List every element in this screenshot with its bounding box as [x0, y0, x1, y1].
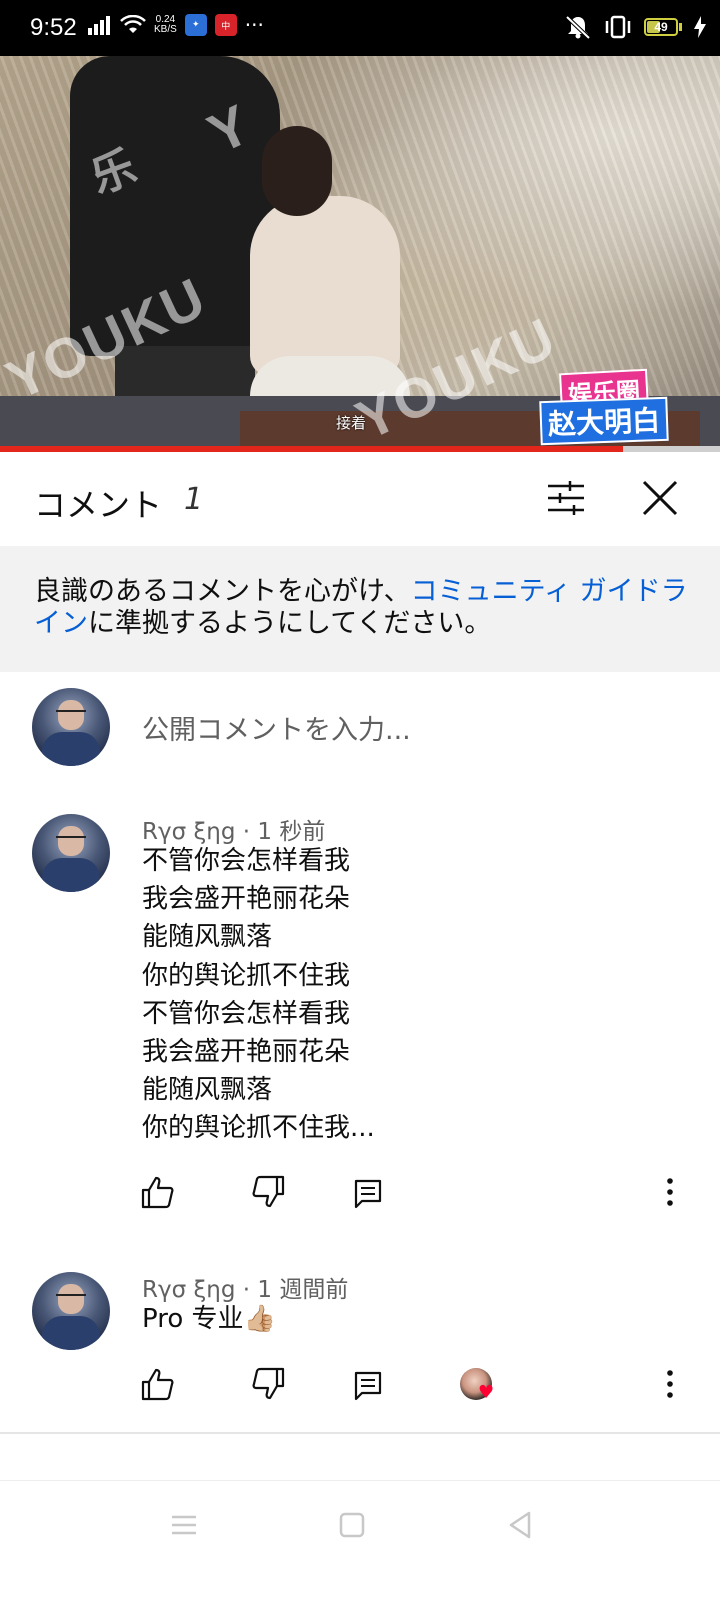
comments-title: コメント: [34, 486, 163, 524]
creator-heart: ♥: [458, 1366, 498, 1406]
close-icon[interactable]: [640, 478, 680, 518]
status-more-icon: ···: [244, 13, 264, 37]
news-app-icon: 中: [214, 14, 237, 36]
heart-icon: ♥: [478, 1382, 495, 1403]
home-icon[interactable]: [332, 1505, 372, 1545]
battery-icon: 49: [644, 18, 682, 36]
guideline-notice: 良識のあるコメントを心がけ、コミュニティ ガイドラインに準拠するようにしてくださ…: [0, 546, 720, 672]
menu-icon[interactable]: [164, 1505, 204, 1545]
avatar[interactable]: [32, 814, 110, 892]
avatar: [32, 688, 110, 766]
video-player[interactable]: 乐 YOUKU YOUKU Y 接着 娱乐圈 赵大明白: [0, 56, 720, 452]
thumb-down-icon[interactable]: [250, 1174, 286, 1210]
comments-count: 1: [184, 482, 204, 517]
notification-app-icon: ✦: [184, 14, 207, 36]
system-nav-bar: [0, 1480, 720, 1601]
status-right-icons: 49: [564, 14, 706, 40]
comment-input-row: 公開コメントを入力...: [0, 672, 720, 784]
thumb-up-icon[interactable]: [140, 1174, 176, 1210]
video-person-head: [262, 126, 332, 216]
network-speed-unit: KB/S: [154, 24, 177, 35]
comment-body[interactable]: Pro 专业👍🏼: [142, 1300, 276, 1338]
channel-logo: 娱乐圈 赵大明白: [539, 368, 674, 446]
comment-meta: Rγσ ξηg · 1 秒前: [142, 819, 326, 845]
mute-bell-icon: [565, 15, 591, 40]
signal-icon: [88, 16, 110, 35]
comment-item: Rγσ ξηg · 1 週間前 Pro 专业👍🏼 ♥: [0, 1240, 720, 1434]
back-icon[interactable]: [500, 1505, 540, 1545]
network-speed: 0.24 KB/S: [154, 15, 177, 35]
comment-body[interactable]: 不管你会怎样看我 我会盛开艳丽花朵 能随风飘落 你的舆论抓不住我 不管你会怎样看…: [142, 842, 375, 1148]
comments-header: コメント 1: [0, 452, 720, 546]
thumb-down-icon[interactable]: [250, 1366, 286, 1402]
status-bar: 9:52 0.24 KB/S ✦ 中 ··· 49: [0, 0, 720, 56]
comment-input[interactable]: 公開コメントを入力...: [142, 708, 411, 747]
comment-meta: Rγσ ξηg · 1 週間前: [142, 1277, 349, 1303]
status-time: 9:52: [30, 14, 77, 41]
notice-text-after: に準拠するようにしてください。: [88, 608, 492, 639]
reply-icon[interactable]: [350, 1176, 386, 1212]
status-left-icons: 0.24 KB/S ✦ 中 ···: [88, 14, 264, 36]
video-subtitle: 接着: [336, 414, 367, 432]
wifi-icon: [120, 15, 146, 33]
vibrate-icon: [605, 15, 631, 39]
thumb-up-icon[interactable]: [140, 1366, 176, 1402]
more-vert-icon[interactable]: [660, 1174, 680, 1210]
tune-icon[interactable]: [546, 478, 586, 518]
comment-item: Rγσ ξηg · 1 秒前 不管你会怎样看我 我会盛开艳丽花朵 能随风飘落 你…: [0, 782, 720, 1242]
battery-level: 49: [654, 20, 668, 34]
avatar[interactable]: [32, 1272, 110, 1350]
notice-text-before: 良識のあるコメントを心がけ、: [34, 576, 411, 607]
video-person-sitting: [250, 196, 400, 376]
more-vert-icon[interactable]: [660, 1366, 680, 1402]
guideline-notice-text: 良識のあるコメントを心がけ、コミュニティ ガイドラインに準拠するようにしてくださ…: [34, 576, 694, 640]
reply-icon[interactable]: [350, 1368, 386, 1404]
charging-icon: [694, 16, 706, 38]
channel-logo-bottom: 赵大明白: [539, 396, 669, 446]
